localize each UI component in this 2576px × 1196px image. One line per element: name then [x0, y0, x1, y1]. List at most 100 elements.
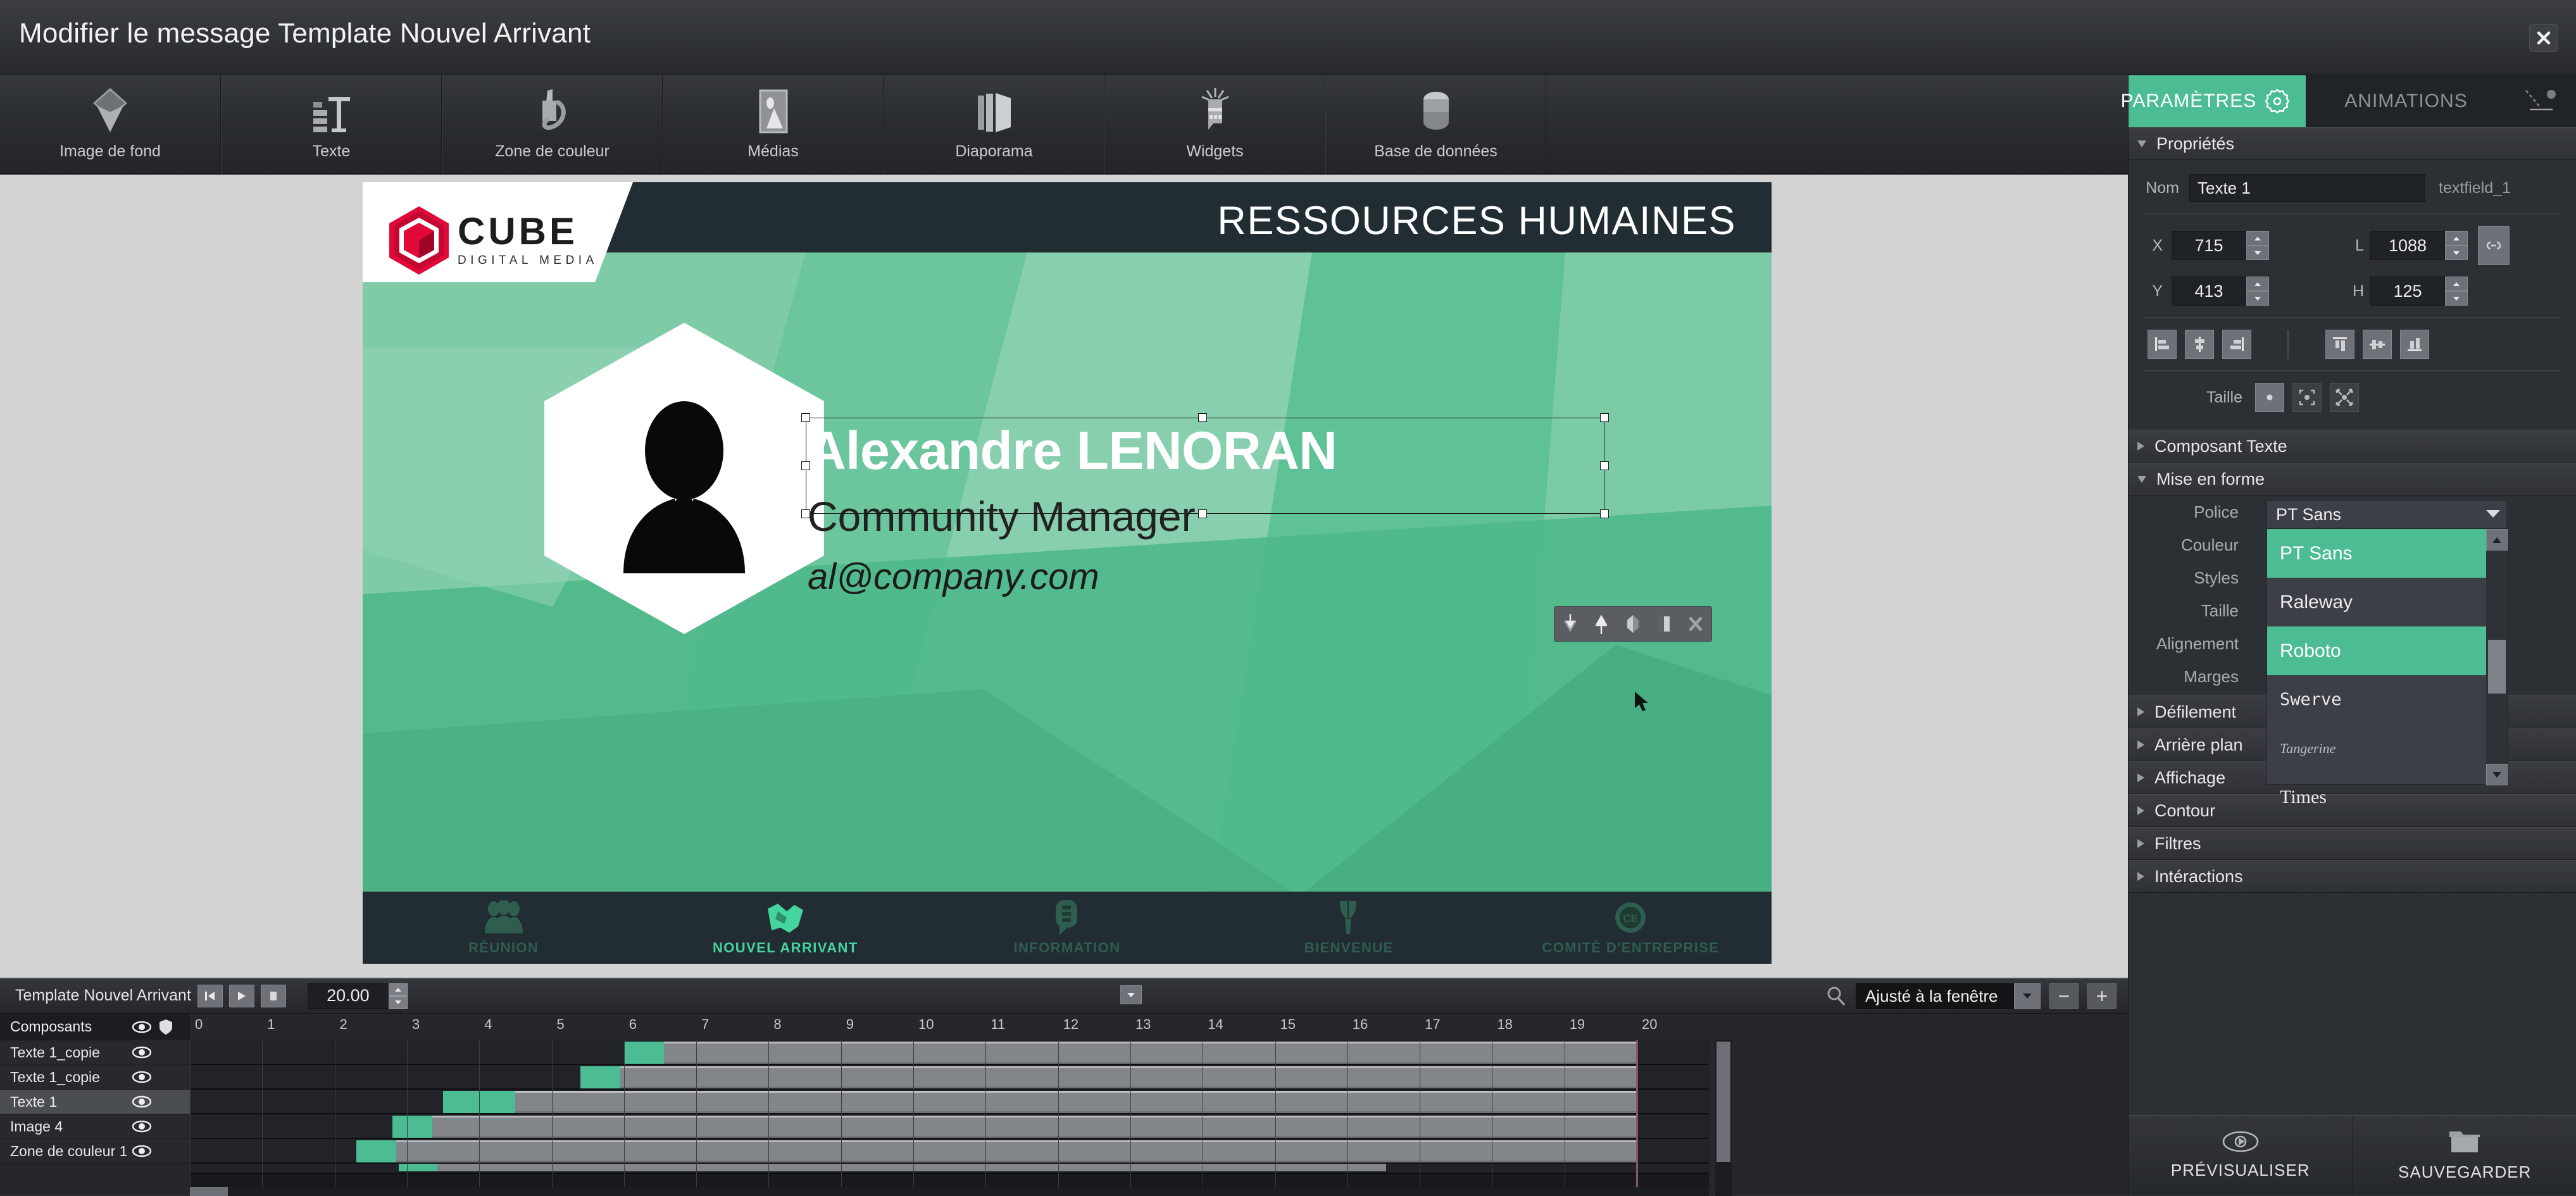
duration-increment[interactable] [389, 983, 408, 996]
align-center-v-icon[interactable] [2363, 330, 2392, 359]
resize-handle-nw[interactable] [801, 413, 810, 422]
font-option-pt-sans[interactable]: PT Sans [2267, 529, 2508, 578]
track-row[interactable] [190, 1090, 1709, 1114]
size-original-icon[interactable] [2255, 383, 2284, 412]
l-stepper[interactable] [2445, 231, 2468, 260]
clip-body[interactable] [396, 1140, 1636, 1162]
layer-visibility-cell[interactable] [130, 1040, 190, 1065]
timeline-tracks[interactable] [190, 1040, 1709, 1196]
track-row[interactable] [190, 1139, 1709, 1164]
resize-handle-n[interactable] [1198, 413, 1207, 422]
tool-image-de-fond[interactable]: Image de fond [0, 75, 221, 174]
resize-handle-w[interactable] [801, 461, 810, 470]
l-decrement[interactable] [2445, 246, 2468, 260]
chevron-down-icon[interactable] [2485, 509, 2501, 519]
x-stepper[interactable] [2246, 231, 2269, 260]
resize-handle-e[interactable] [1600, 461, 1609, 470]
x-input[interactable]: 715 [2172, 231, 2246, 260]
slide-nav-item-nouvel-arrivant[interactable]: NOUVEL ARRIVANT [644, 899, 926, 956]
section-header-interactions[interactable]: Intéractions [2129, 860, 2576, 893]
timeline-vscrollbar[interactable] [1715, 1040, 1732, 1196]
canvas-area[interactable]: RESSOURCES HUMAINES CUBE DIGITAL MEDIA [0, 175, 2128, 977]
scroll-up-arrow[interactable] [2486, 529, 2508, 551]
play-button[interactable] [229, 985, 254, 1007]
timeline-ruler[interactable]: 01234567891011121314151617181920 [190, 1014, 1709, 1040]
timeline-collapse-button[interactable] [1120, 985, 1142, 1004]
layer-visibility-cell[interactable] [130, 1139, 190, 1164]
tab-parametres[interactable]: PARAMÈTRES [2129, 75, 2249, 127]
resize-handle-s[interactable] [1198, 509, 1207, 518]
link-ratio-icon[interactable] [2478, 226, 2510, 265]
l-input[interactable]: 1088 [2370, 231, 2445, 260]
zoom-out-button[interactable]: − [2049, 983, 2079, 1009]
gear-icon[interactable] [2249, 75, 2306, 127]
nom-input[interactable]: Texte 1 [2189, 174, 2425, 202]
bring-forward-icon[interactable] [1591, 612, 1612, 636]
mask-icon[interactable] [1622, 612, 1644, 636]
selection-bounding-box[interactable] [806, 418, 1604, 514]
font-option-swerve[interactable]: Swerve [2267, 675, 2508, 724]
person-email-text[interactable]: al@company.com [808, 556, 1099, 598]
l-increment[interactable] [2445, 231, 2468, 246]
clip-intro[interactable] [392, 1116, 432, 1138]
eye-icon[interactable] [132, 1145, 151, 1157]
align-center-h-icon[interactable] [2185, 330, 2214, 359]
h-stepper[interactable] [2445, 277, 2468, 306]
element-context-toolbar[interactable] [1554, 606, 1712, 642]
track-row[interactable] [190, 1114, 1709, 1139]
zoom-level-dropdown-arrow[interactable] [2014, 983, 2041, 1009]
save-button[interactable]: SAUVEGARDER [2353, 1116, 2576, 1195]
stop-button[interactable] [261, 985, 286, 1007]
eye-icon[interactable] [132, 1120, 151, 1133]
slide-bottom-nav[interactable]: RÉUNION NOUVEL ARRIVANT INFORMATION BIEN… [363, 892, 1772, 964]
slide-nav-item-bienvenue[interactable]: BIENVENUE [1208, 899, 1490, 956]
slide-nav-item-comite-entreprise[interactable]: CE COMITÉ D'ENTREPRISE [1490, 899, 1772, 956]
slide-nav-item-reunion[interactable]: RÉUNION [363, 899, 644, 956]
police-select[interactable]: PT Sans [2267, 501, 2507, 528]
font-option-tangerine[interactable]: Tangerine [2267, 724, 2508, 773]
align-top-icon[interactable] [2325, 330, 2354, 359]
skip-to-start-button[interactable] [197, 985, 223, 1007]
clip-intro[interactable] [399, 1164, 437, 1171]
police-dropdown-list[interactable]: PT Sans Raleway Roboto Swerve Tangerine … [2267, 528, 2508, 785]
section-header-composant-texte[interactable]: Composant Texte [2129, 430, 2576, 463]
font-option-roboto[interactable]: Roboto [2267, 626, 2508, 675]
resize-handle-ne[interactable] [1600, 413, 1609, 422]
align-bottom-icon[interactable] [2400, 330, 2429, 359]
layer-visibility-cell[interactable] [130, 1114, 190, 1139]
clip-body[interactable] [515, 1091, 1636, 1113]
layer-visibility-cell[interactable] [130, 1090, 190, 1114]
tool-diaporama[interactable]: Diaporama [884, 75, 1104, 174]
clip-body[interactable] [664, 1042, 1636, 1064]
font-option-raleway[interactable]: Raleway [2267, 578, 2508, 626]
duration-decrement[interactable] [389, 996, 408, 1009]
clip-intro[interactable] [624, 1042, 664, 1064]
h-input[interactable]: 125 [2370, 277, 2445, 306]
eye-icon[interactable] [132, 1095, 151, 1108]
align-left-icon[interactable] [2148, 330, 2177, 359]
preview-button[interactable]: PRÉVISUALISER [2129, 1116, 2353, 1195]
zoom-level-select[interactable]: Ajusté à la fenêtre [1856, 983, 2014, 1009]
eye-icon[interactable] [132, 1021, 151, 1033]
dropdown-scroll-thumb[interactable] [2488, 640, 2506, 694]
dropdown-scrollbar[interactable] [2486, 529, 2508, 785]
zoom-in-button[interactable]: + [2087, 983, 2116, 1009]
tool-medias[interactable]: Médias [663, 75, 884, 174]
resize-handle-se[interactable] [1600, 509, 1609, 518]
motion-path-icon[interactable] [2506, 75, 2576, 127]
clip-body[interactable] [620, 1066, 1636, 1088]
section-header-proprietes[interactable]: Propriétés [2129, 127, 2576, 160]
layer-visibility-cell[interactable] [130, 1065, 190, 1090]
section-header-mise-en-forme[interactable]: Mise en forme [2129, 463, 2576, 495]
eye-icon[interactable] [132, 1071, 151, 1083]
h-decrement[interactable] [2445, 291, 2468, 306]
delete-icon[interactable] [1685, 612, 1706, 636]
tool-texte[interactable]: Texte [221, 75, 442, 174]
slide-nav-item-information[interactable]: INFORMATION [926, 899, 1208, 956]
duration-field[interactable]: 20.00 [308, 983, 389, 1009]
font-option-times[interactable]: Times [2267, 773, 2508, 821]
duplicate-icon[interactable] [1654, 612, 1675, 636]
section-header-filtres[interactable]: Filtres [2129, 827, 2576, 860]
close-window-button[interactable] [2529, 24, 2558, 52]
clip-body[interactable] [432, 1116, 1636, 1138]
